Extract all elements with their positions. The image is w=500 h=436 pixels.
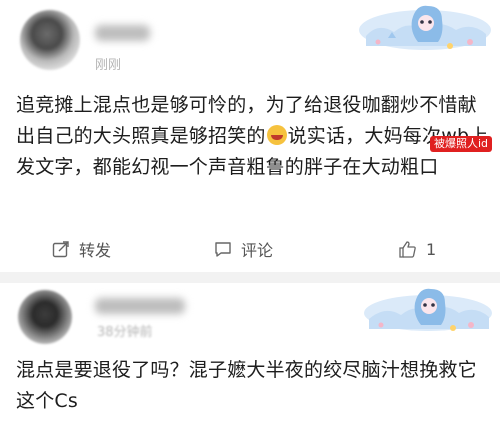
post-card: 刚刚 追竞摊上混点也是够可怜的，为了给退役咖翻炒不惜献出自己的大头照真是够招笑的… (0, 0, 500, 272)
divider (0, 272, 500, 283)
comment-label: 评论 (241, 241, 274, 260)
anime-girl-card-badge-icon (364, 288, 492, 331)
like-button[interactable]: 1 (398, 236, 436, 262)
comment-icon (215, 242, 231, 257)
post-timestamp: 38分钟前 (97, 325, 153, 340)
like-count: 1 (426, 239, 437, 259)
avatar[interactable] (20, 10, 80, 70)
anime-girl-card-badge-icon (359, 5, 491, 50)
username-blurred[interactable] (95, 298, 185, 314)
avatar[interactable] (18, 290, 72, 344)
post-body: 追竞摊上混点也是够可怜的，为了给退役咖翻炒不惜献出自己的大头照真是够招笑的 说实话… (16, 90, 492, 183)
post-body: 混点是要退役了吗？混子嬷大半夜的绞尽脑汁想挽救它这个Cs (16, 359, 477, 412)
watermark-label: 被爆照人id (430, 136, 493, 152)
comment-button[interactable]: 评论 (214, 236, 273, 262)
laughing-emoji-icon (266, 125, 287, 145)
post-timestamp: 刚刚 (95, 58, 122, 73)
share-icon (52, 241, 69, 258)
thumbs-up-icon (399, 240, 416, 258)
share-button[interactable]: 转发 (52, 236, 111, 262)
share-label: 转发 (79, 241, 112, 260)
username-blurred[interactable] (95, 25, 150, 41)
